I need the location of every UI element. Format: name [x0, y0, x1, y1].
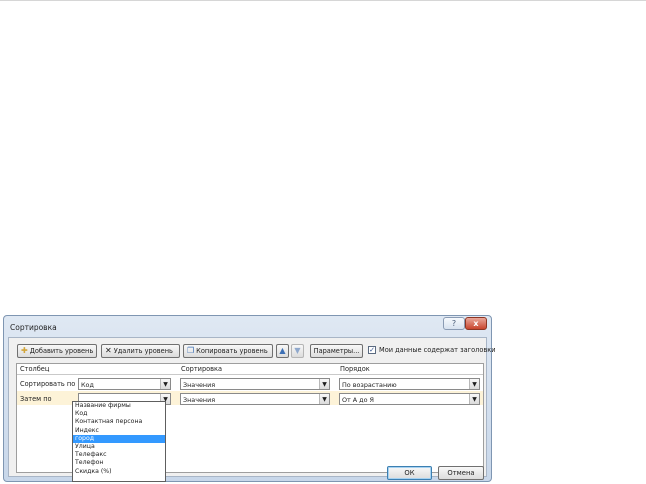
- arrow-down-icon: ▼: [294, 346, 301, 355]
- ok-label: ОК: [404, 469, 415, 477]
- row-label-sort-by: Сортировать по: [20, 380, 76, 388]
- dropdown-option[interactable]: Контактная персона: [73, 418, 165, 426]
- delete-level-button[interactable]: ✕ Удалить уровень: [101, 344, 180, 358]
- sort-on-select-level-2[interactable]: Значения ▼: [180, 393, 330, 405]
- order-select-level-1[interactable]: По возрастанию ▼: [339, 378, 480, 390]
- chevron-down-icon[interactable]: ▼: [319, 394, 329, 404]
- chevron-down-icon[interactable]: ▼: [469, 394, 479, 404]
- dialog-titlebar: Сортировка ? x: [4, 316, 491, 337]
- delete-icon: ✕: [105, 346, 112, 355]
- order-select-value: По возрастанию: [342, 381, 397, 389]
- sort-on-select-value: Значения: [183, 396, 216, 404]
- add-level-icon: ✚: [21, 346, 28, 355]
- options-button[interactable]: Параметры...: [310, 344, 363, 358]
- dropdown-option[interactable]: Скидка (%): [73, 468, 165, 476]
- add-level-button[interactable]: ✚ Добавить уровень: [17, 344, 97, 358]
- cancel-label: Отмена: [447, 469, 475, 477]
- arrow-up-icon: ▲: [279, 346, 286, 355]
- column-dropdown-list: Название фирмы Код Контактная персона Ин…: [72, 401, 166, 482]
- dropdown-option[interactable]: Название фирмы: [73, 402, 165, 410]
- column-select-value: Код: [81, 381, 94, 389]
- chevron-down-icon[interactable]: ▼: [160, 379, 170, 389]
- cancel-button[interactable]: Отмена: [438, 466, 484, 480]
- order-select-level-2[interactable]: От А до Я ▼: [339, 393, 480, 405]
- dropdown-option[interactable]: город: [73, 434, 165, 443]
- top-divider: [0, 0, 646, 1]
- question-icon: ?: [451, 319, 457, 328]
- help-button[interactable]: ?: [443, 317, 465, 330]
- chevron-down-icon[interactable]: ▼: [319, 379, 329, 389]
- column-select-level-1[interactable]: Код ▼: [78, 378, 171, 390]
- copy-level-label: Копировать уровень: [196, 347, 268, 355]
- copy-level-button[interactable]: ❐ Копировать уровень: [183, 344, 273, 358]
- order-header: Порядок: [340, 365, 370, 373]
- header-divider: [17, 374, 483, 375]
- sort-on-select-value: Значения: [183, 381, 216, 389]
- dropdown-option[interactable]: Телефакс: [73, 451, 165, 459]
- row-label-then-by: Затем по: [20, 395, 52, 403]
- ok-button[interactable]: ОК: [387, 466, 432, 480]
- order-select-value: От А до Я: [342, 396, 374, 404]
- sort-on-select-level-1[interactable]: Значения ▼: [180, 378, 330, 390]
- dropdown-option[interactable]: Телефон: [73, 459, 165, 467]
- move-up-button[interactable]: ▲: [276, 344, 289, 358]
- close-button[interactable]: x: [465, 317, 487, 330]
- dropdown-option[interactable]: Код: [73, 410, 165, 418]
- dropdown-option[interactable]: Улица: [73, 443, 165, 451]
- dropdown-option[interactable]: Индекс: [73, 427, 165, 435]
- column-header: Столбец: [20, 365, 50, 373]
- chevron-down-icon[interactable]: ▼: [469, 379, 479, 389]
- headers-checkbox[interactable]: ✓: [368, 346, 376, 354]
- delete-level-label: Удалить уровень: [113, 347, 173, 355]
- copy-icon: ❐: [187, 346, 195, 355]
- sort-on-header: Сортировка: [181, 365, 223, 373]
- add-level-label: Добавить уровень: [29, 347, 94, 355]
- headers-checkbox-label: Мои данные содержат заголовки: [379, 346, 496, 354]
- headers-checkbox-row[interactable]: ✓ Мои данные содержат заголовки: [368, 346, 496, 354]
- close-icon: x: [473, 319, 479, 328]
- dialog-title: Сортировка: [10, 323, 57, 332]
- move-down-button[interactable]: ▼: [291, 344, 304, 358]
- options-label: Параметры...: [313, 347, 360, 355]
